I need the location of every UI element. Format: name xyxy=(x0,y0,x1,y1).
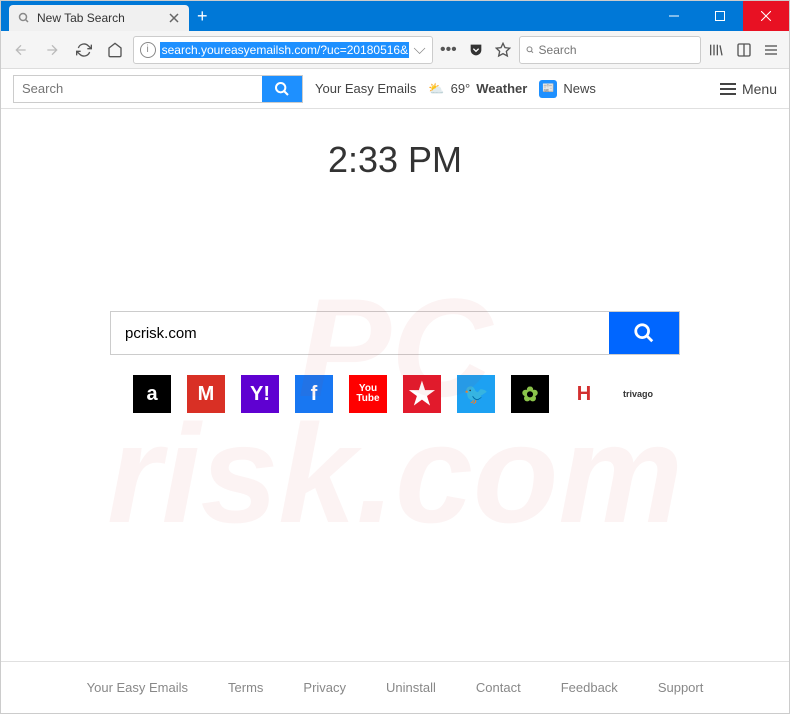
forward-button[interactable] xyxy=(38,36,65,64)
more-icon[interactable]: ••• xyxy=(437,38,461,62)
search-icon xyxy=(633,322,655,344)
toolbar-search-button[interactable] xyxy=(262,76,302,102)
star-icon[interactable] xyxy=(492,38,516,62)
shortcut-facebook[interactable]: f xyxy=(295,375,333,413)
weather-temp: 69° xyxy=(451,81,471,96)
sidebar-icon[interactable] xyxy=(732,38,756,62)
reload-button[interactable] xyxy=(70,36,97,64)
shortcut-twitter[interactable]: 🐦 xyxy=(457,375,495,413)
back-button[interactable] xyxy=(7,36,34,64)
new-tab-button[interactable]: + xyxy=(189,2,216,31)
address-search-box[interactable] xyxy=(519,36,700,64)
toolbar-search-input[interactable] xyxy=(14,81,262,96)
chevron-down-icon[interactable]: ⌵ xyxy=(413,41,425,59)
info-icon[interactable]: i xyxy=(140,42,156,58)
url-input[interactable]: i search.youreasyemailsh.com/?uc=2018051… xyxy=(133,36,433,64)
menu-icon[interactable] xyxy=(760,38,784,62)
minimize-button[interactable] xyxy=(651,1,697,31)
footer-link-support[interactable]: Support xyxy=(658,680,704,695)
toolbar-search-box xyxy=(13,75,303,103)
library-icon[interactable] xyxy=(705,38,729,62)
page-footer: Your Easy Emails Terms Privacy Uninstall… xyxy=(1,661,789,713)
close-window-button[interactable] xyxy=(743,1,789,31)
shortcut-yahoo[interactable]: Y! xyxy=(241,375,279,413)
news-link[interactable]: 📰 News xyxy=(539,80,596,98)
url-text: search.youreasyemailsh.com/?uc=20180516& xyxy=(160,42,410,58)
home-button[interactable] xyxy=(101,36,128,64)
news-label: News xyxy=(563,81,596,96)
hamburger-icon xyxy=(720,83,736,95)
browser-window: New Tab Search + i search.youreasyemails… xyxy=(0,0,790,714)
search-icon xyxy=(526,44,534,56)
shortcut-hotels[interactable]: H xyxy=(565,375,603,413)
footer-link-uninstall[interactable]: Uninstall xyxy=(386,680,436,695)
page-menu-button[interactable]: Menu xyxy=(720,81,777,97)
maximize-button[interactable] xyxy=(697,1,743,31)
close-icon[interactable] xyxy=(167,11,181,25)
shortcut-youtube[interactable]: You Tube xyxy=(349,375,387,413)
footer-link-privacy[interactable]: Privacy xyxy=(303,680,346,695)
shortcut-ancestry[interactable]: ✿ xyxy=(511,375,549,413)
pocket-icon[interactable] xyxy=(464,38,488,62)
page-content: PC risk.com 2:33 PM a M Y! f You Tube ★ … xyxy=(1,109,789,713)
address-bar: i search.youreasyemailsh.com/?uc=2018051… xyxy=(1,31,789,69)
shortcut-amazon[interactable]: a xyxy=(133,375,171,413)
footer-link-brand[interactable]: Your Easy Emails xyxy=(87,680,188,695)
titlebar: New Tab Search + xyxy=(1,1,789,31)
tab-title: New Tab Search xyxy=(37,11,125,25)
sun-cloud-icon: ⛅ xyxy=(428,81,444,97)
search-icon xyxy=(17,11,31,25)
news-icon: 📰 xyxy=(539,80,557,98)
shortcut-trivago[interactable]: trivago xyxy=(619,375,657,413)
main-search-input[interactable] xyxy=(111,312,609,354)
main-search-button[interactable] xyxy=(609,312,679,354)
shortcut-macys[interactable]: ★ xyxy=(403,375,441,413)
browser-tab[interactable]: New Tab Search xyxy=(9,5,189,31)
footer-link-contact[interactable]: Contact xyxy=(476,680,521,695)
shortcuts-row: a M Y! f You Tube ★ 🐦 ✿ H trivago xyxy=(1,375,789,413)
shortcut-gmail[interactable]: M xyxy=(187,375,225,413)
footer-link-terms[interactable]: Terms xyxy=(228,680,263,695)
clock-display: 2:33 PM xyxy=(1,139,789,181)
address-search-input[interactable] xyxy=(539,43,694,57)
menu-label: Menu xyxy=(742,81,777,97)
emails-link[interactable]: Your Easy Emails xyxy=(315,81,416,96)
page-toolbar: Your Easy Emails ⛅ 69° Weather 📰 News Me… xyxy=(1,69,789,109)
main-search-box xyxy=(110,311,680,355)
weather-widget[interactable]: ⛅ 69° Weather xyxy=(428,81,527,97)
tab-strip: New Tab Search + xyxy=(1,1,651,31)
window-controls xyxy=(651,1,789,31)
footer-link-feedback[interactable]: Feedback xyxy=(561,680,618,695)
weather-label: Weather xyxy=(476,81,527,96)
search-icon xyxy=(274,81,290,97)
